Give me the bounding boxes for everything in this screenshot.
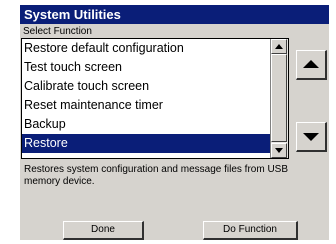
list-item-calibrate-touch-screen[interactable]: Calibrate touch screen (22, 77, 271, 96)
done-button[interactable]: Done (63, 221, 144, 240)
function-list: Restore default configuration Test touch… (22, 39, 271, 153)
list-item-restore[interactable]: Restore (22, 134, 271, 153)
select-function-label: Select Function (23, 26, 92, 37)
scrollbar-up-button[interactable] (271, 39, 287, 54)
do-function-button[interactable]: Do Function (203, 221, 298, 240)
list-item-backup[interactable]: Backup (22, 115, 271, 134)
dialog-title: System Utilities (20, 5, 329, 24)
scroll-up-button[interactable] (296, 50, 327, 80)
list-item-reset-maintenance-timer[interactable]: Reset maintenance timer (22, 96, 271, 115)
scrollbar-thumb[interactable] (271, 54, 287, 142)
triangle-down-icon (275, 148, 283, 153)
list-scrollbar[interactable] (270, 39, 288, 158)
scroll-down-button[interactable] (296, 122, 327, 152)
triangle-up-icon (303, 60, 319, 68)
scrollbar-down-button[interactable] (271, 143, 287, 158)
list-item-test-touch-screen[interactable]: Test touch screen (22, 58, 271, 77)
list-item-restore-default-configuration[interactable]: Restore default configuration (22, 39, 271, 58)
triangle-down-icon (303, 133, 319, 141)
triangle-up-icon (275, 44, 283, 49)
function-listbox[interactable]: Restore default configuration Test touch… (21, 38, 289, 159)
system-utilities-dialog: System Utilities Select Function Restore… (20, 5, 329, 240)
function-description: Restores system configuration and messag… (24, 164, 288, 187)
